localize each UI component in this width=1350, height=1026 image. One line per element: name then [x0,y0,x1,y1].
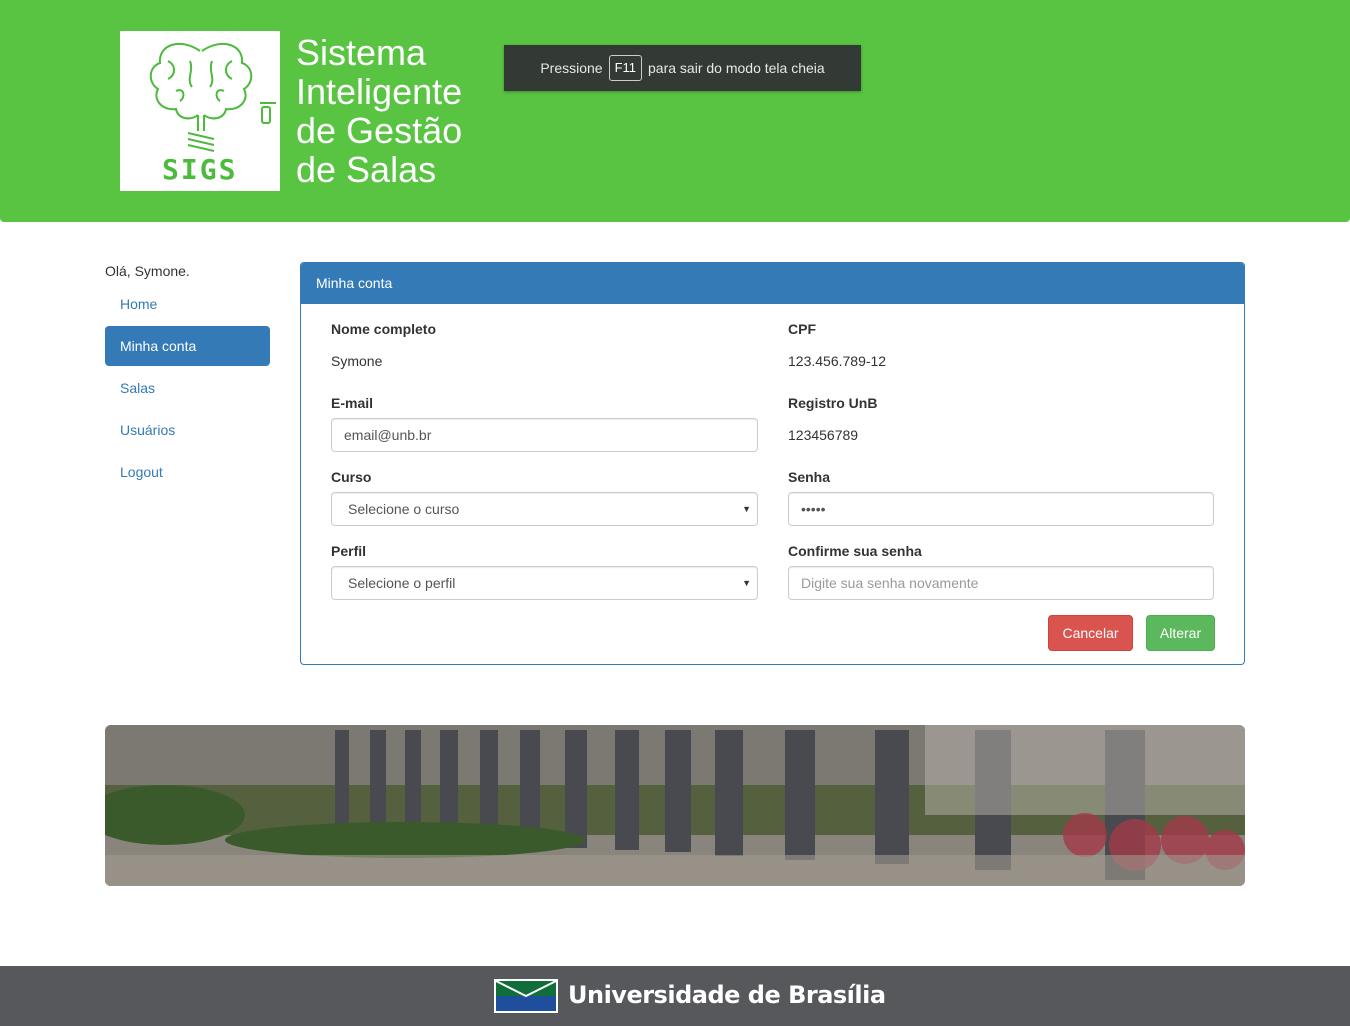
fullscreen-notice: Pressione F11 para sair do modo tela che… [504,45,861,91]
footer: Universidade de Brasília [0,966,1350,1026]
password-field[interactable]: ••••• [788,492,1214,526]
caret-down-icon: ▼ [742,504,751,514]
curso-selected: Selecione o curso [348,501,460,517]
campus-photo [105,725,1245,886]
fullscreen-prefix: Pressione [540,60,603,76]
site-title-line: Sistema [296,32,427,73]
registro-label: Registro UnB [788,395,878,411]
cancel-button[interactable]: Cancelar [1048,615,1133,651]
email-label: E-mail [331,395,374,411]
site-title-line: Inteligente [296,71,463,112]
email-field[interactable]: email@unb.br [331,418,758,452]
f11-key: F11 [608,55,643,81]
sidebar-item-home[interactable]: Home [105,284,270,324]
nome-label: Nome completo [331,321,437,337]
confirm-password-field[interactable]: Digite sua senha novamente [788,566,1214,600]
nome-value: Symone [331,353,383,369]
senha-label: Senha [788,469,831,485]
curso-select[interactable]: Selecione o curso ▼ [331,492,758,526]
site-title: Sistema Inteligente de Gestão de Salas [296,33,496,189]
confirm-label: Confirme sua senha [788,543,922,559]
curso-label: Curso [331,469,372,485]
perfil-select[interactable]: Selecione o perfil ▼ [331,566,758,600]
logo-text: SIGS [162,153,238,186]
university-name: Universidade de Brasília [568,981,886,1009]
sigs-logo: SIGS [120,31,280,191]
save-button[interactable]: Alterar [1146,615,1215,651]
panel-title: Minha conta [301,263,1244,304]
site-title-line: de Gestão [296,110,463,151]
perfil-selected: Selecione o perfil [348,575,456,591]
cpf-label: CPF [788,321,816,337]
sidebar-item-salas[interactable]: Salas [105,368,270,408]
sidebar-item-minha-conta[interactable]: Minha conta [105,326,270,366]
registro-value: 123456789 [788,427,859,443]
caret-down-icon: ▼ [742,578,751,588]
cpf-value: 123.456.789-12 [788,353,887,369]
greeting: Olá, Symone. [105,263,190,279]
sidebar-item-usuarios[interactable]: Usuários [105,410,270,450]
sidebar-item-logout[interactable]: Logout [105,452,270,492]
perfil-label: Perfil [331,543,367,559]
unb-logo-icon [494,979,558,1013]
sidebar-nav: Home Minha conta Salas Usuários Logout [105,284,270,494]
fullscreen-suffix: para sair do modo tela cheia [648,60,825,76]
account-panel: Minha conta Nome completo Symone E-mail … [300,262,1245,665]
header: SIGS Sistema Inteligente de Gestão de Sa… [0,0,1350,222]
site-title-line: de Salas [296,149,437,190]
